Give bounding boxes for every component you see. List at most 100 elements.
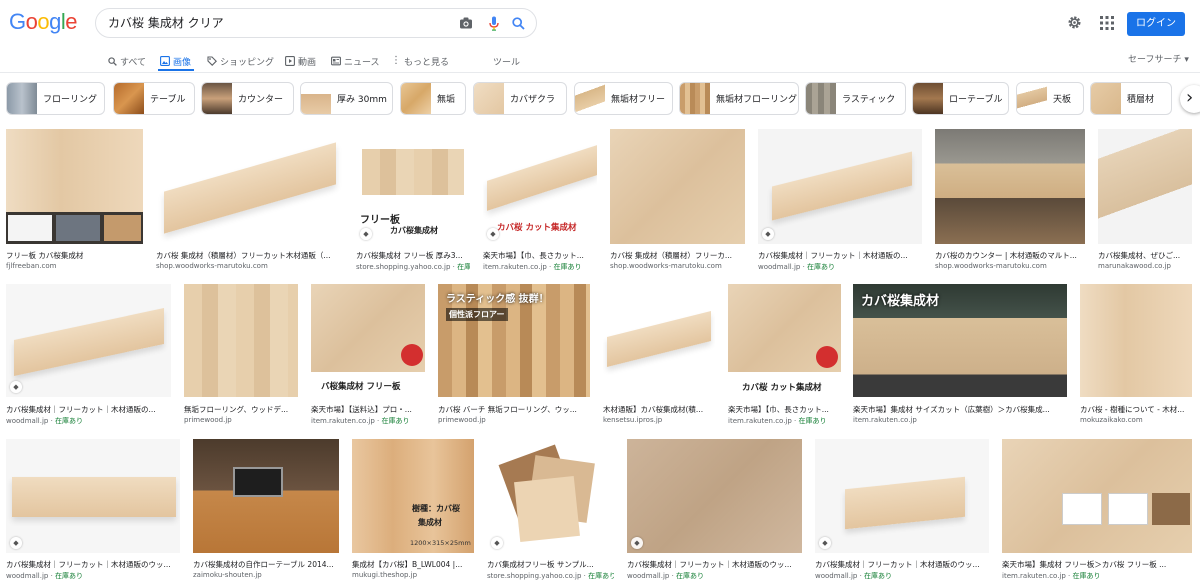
apps-grid-icon[interactable]: [1100, 15, 1116, 31]
tag-icon: ◆: [10, 537, 22, 549]
chevron-right-icon: ›: [1186, 87, 1194, 108]
image-result[interactable]: ◆ カバ桜集成材｜フリーカット｜木材通販のウッ... woodmall.jp ·…: [815, 439, 989, 584]
chip-label: 天板: [1053, 95, 1072, 105]
result-thumbnail: 樹種：カバ桜 集成材 1200×315×25mm: [352, 439, 474, 553]
tab-images[interactable]: 画像: [160, 52, 191, 70]
chips-next-button[interactable]: ›: [1180, 85, 1200, 113]
image-result[interactable]: カバ桜 カット集成材 ◆ 楽天市場】【巾、長さカット... item.rakut…: [483, 129, 597, 274]
image-result[interactable]: バ桜集成材 フリー板 楽天市場】【送料込】プロ・... item.rakuten…: [311, 284, 425, 429]
in-stock-label: 在庫あり: [457, 263, 470, 271]
image-result[interactable]: ◆ カバ集成材フリー板 サンプル... store.shopping.yahoo…: [487, 439, 614, 584]
image-result[interactable]: 楽天市場】集成材 フリー板＞カバ桜 フリー板 ... item.rakuten.…: [1002, 439, 1192, 584]
image-result[interactable]: ◆ カバ桜集成材｜フリーカット｜木材通販のウッ... woodmall.jp ·…: [6, 439, 180, 584]
search-input[interactable]: カバ桜 集成材 クリア: [108, 9, 224, 37]
tab-videos[interactable]: 動画: [285, 52, 316, 70]
result-source-domain: shop.woodworks-marutoku.com: [156, 262, 268, 270]
image-icon: [160, 56, 170, 66]
chip-solid-wood[interactable]: 無垢: [400, 82, 466, 115]
tab-news[interactable]: ニュース: [331, 52, 380, 70]
image-result[interactable]: カバ桜のカウンター | 木材通販のマルト... shop.woodworks-m…: [935, 129, 1085, 274]
search-box[interactable]: カバ桜 集成材 クリア: [95, 8, 537, 38]
tab-all[interactable]: すべて: [108, 52, 146, 70]
result-source: woodmall.jp · 在庫あり: [6, 572, 84, 580]
chip-thumbnail: [114, 83, 144, 114]
chip-table[interactable]: テーブル: [113, 82, 195, 115]
safe-search-menu[interactable]: セーフサーチ ▾: [1128, 52, 1189, 65]
result-thumbnail: [184, 284, 298, 397]
result-source: shop.woodworks-marutoku.com: [610, 262, 745, 270]
image-result[interactable]: ◆ カバ桜集成材｜フリーカット｜木材通販のウッ... woodmall.jp ·…: [627, 439, 802, 584]
login-button[interactable]: ログイン: [1127, 12, 1185, 36]
in-stock-label: 在庫あり: [381, 417, 410, 425]
chip-thumbnail: [7, 83, 37, 114]
chip-counter[interactable]: カウンター: [201, 82, 294, 115]
chip-tabletop[interactable]: 天板: [1016, 82, 1084, 115]
image-result[interactable]: 木材通販】カバ桜集成材(積... kensetsu.ipros.jp: [603, 284, 715, 429]
gear-icon[interactable]: [1067, 15, 1082, 34]
tab-shopping[interactable]: ショッピング: [207, 52, 274, 70]
image-result[interactable]: カバ桜 - 樹種について - 木材... mokuzaikako.com: [1080, 284, 1192, 429]
image-result[interactable]: ラスティック感 抜群！ 個性派フロアー カバ桜 バーチ 無垢フローリング、ウッ.…: [438, 284, 590, 429]
chip-thumbnail: [806, 83, 836, 114]
result-thumbnail: バ桜集成材 フリー板: [311, 284, 425, 397]
image-result[interactable]: カバ桜集成材、ぜひご... marunakawood.co.jp: [1098, 129, 1192, 274]
image-result[interactable]: カバ桜 集成材（積層材）フリーカット木材通販（... shop.woodwork…: [156, 129, 344, 274]
result-source-domain: woodmall.jp: [6, 417, 49, 425]
tab-label: 画像: [173, 57, 192, 68]
result-source: shop.woodworks-marutoku.com: [935, 262, 1085, 270]
result-source-domain: item.rakuten.co.jp: [1002, 572, 1066, 580]
result-title: カバ桜 バーチ 無垢フローリング、ウッ...: [438, 405, 577, 414]
chip-label: 無垢材フリー: [611, 95, 666, 105]
result-source-domain: primewood.jp: [438, 416, 486, 424]
result-source: mokuzaikako.com: [1080, 416, 1192, 424]
image-result[interactable]: カバ桜 集成材（積層材）フリーカ... shop.woodworks-marut…: [610, 129, 745, 274]
chip-solid-wood-free[interactable]: 無垢材フリー: [574, 82, 673, 115]
image-result[interactable]: 無垢フローリング、ウッドデ... primewood.jp: [184, 284, 298, 429]
chip-laminated-wood[interactable]: 積層材: [1090, 82, 1172, 115]
result-title: カバ桜 集成材（積層材）フリーカ...: [610, 251, 733, 260]
microphone-icon[interactable]: [486, 15, 502, 31]
chip-flooring[interactable]: フローリング: [6, 82, 105, 115]
chip-thumbnail: [913, 83, 943, 114]
result-thumbnail: ◆: [627, 439, 802, 553]
result-source: shop.woodworks-marutoku.com: [156, 262, 344, 270]
result-title: 楽天市場】【送料込】プロ・...: [311, 405, 412, 414]
chip-solid-wood-flooring[interactable]: 無垢材フローリング: [679, 82, 799, 115]
result-title: カバ桜集成材の自作ローテーブル 2014...: [193, 560, 334, 569]
tab-tools[interactable]: ツール: [493, 52, 520, 70]
camera-icon[interactable]: [458, 15, 474, 31]
chip-low-table[interactable]: ローテーブル: [912, 82, 1009, 115]
in-stock-label: 在庫あり: [588, 572, 614, 580]
chip-thickness-30mm[interactable]: 厚み 30mm: [300, 82, 393, 115]
overlay-text: バ桜集成材 フリー板: [321, 382, 401, 392]
result-thumbnail: [603, 284, 715, 397]
tab-more[interactable]: ⋮ もっと見る: [391, 52, 449, 70]
image-result[interactable]: フリー板 カバ桜集成材 fjlfreeban.com: [6, 129, 143, 274]
result-source-domain: zaimoku-shouten.jp: [193, 571, 262, 579]
chip-rustic[interactable]: ラスティック: [805, 82, 906, 115]
result-source-domain: item.rakuten.co.jp: [311, 417, 375, 425]
chip-thumbnail: [401, 83, 431, 114]
result-title: カバ桜集成材 フリー板 厚み3...: [356, 251, 463, 260]
result-source-domain: fjlfreeban.com: [6, 262, 57, 270]
google-logo[interactable]: Google: [9, 9, 78, 35]
image-result[interactable]: カバ桜集成材の自作ローテーブル 2014... zaimoku-shouten.…: [193, 439, 339, 584]
search-icon: [108, 56, 117, 66]
image-result[interactable]: ◆ カバ桜集成材｜フリーカット｜木材通販の... woodmall.jp · 在…: [6, 284, 171, 429]
video-icon: [285, 56, 295, 66]
chip-label: 無垢: [437, 95, 456, 105]
image-result[interactable]: ◆ カバ桜集成材｜フリーカット｜木材通販の... woodmall.jp · 在…: [758, 129, 922, 274]
result-title: カバ桜 集成材（積層材）フリーカット木材通販（...: [156, 251, 331, 260]
image-result[interactable]: カバ桜 カット集成材 楽天市場】【巾、長さカット... item.rakuten…: [728, 284, 841, 429]
result-source: item.rakuten.co.jp: [853, 416, 1067, 424]
chip-label: テーブル: [150, 95, 186, 105]
result-source-domain: kensetsu.ipros.jp: [603, 416, 663, 424]
result-source: primewood.jp: [438, 416, 590, 424]
image-result[interactable]: 樹種：カバ桜 集成材 1200×315×25mm 集成材【カバ桜】B_LWL00…: [352, 439, 474, 584]
chip-kaba-zakura[interactable]: カバザクラ: [473, 82, 567, 115]
image-result[interactable]: フリー板 カバ桜集成材 ◆ カバ桜集成材 フリー板 厚み3... store.s…: [356, 129, 470, 274]
image-result[interactable]: カバ桜集成材 楽天市場】集成材 サイズカット（広葉樹）＞カバ桜集成... ite…: [853, 284, 1067, 429]
search-icon[interactable]: [510, 15, 526, 31]
result-title: カバ集成材フリー板 サンプル...: [487, 560, 594, 569]
chip-thumbnail: [575, 83, 605, 114]
